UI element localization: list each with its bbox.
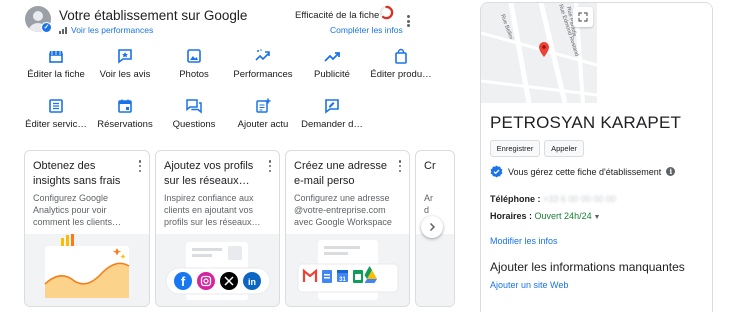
verified-row: Vous gérez cette fiche d'établissement i	[490, 165, 676, 178]
efficiency-label: Efficacité de la fiche	[295, 10, 380, 21]
verified-check-icon: ✓	[41, 22, 52, 33]
phone-value[interactable]: +33 6 00 00 00 00	[543, 194, 616, 204]
social-profiles-card[interactable]: Ajoutez vos profils sur les réseaux… Ins…	[155, 150, 280, 307]
action-label: Photos	[179, 69, 209, 80]
hours-label: Horaires :	[490, 211, 533, 221]
action-label: Voir les avis	[99, 69, 151, 80]
action-label: Éditer la fiche	[27, 69, 85, 80]
reviews-icon	[118, 49, 132, 64]
svg-text:31: 31	[339, 277, 346, 283]
see-reviews-button[interactable]: Voir les avis	[90, 48, 160, 80]
missing-info-heading: Ajouter les informations manquantes	[490, 260, 685, 274]
card-illustration	[416, 234, 454, 306]
action-label: Demander d…	[301, 119, 363, 130]
card-title: Ajoutez vos profils sur les réseaux…	[164, 160, 254, 187]
complete-info-link[interactable]: Compléter les infos	[330, 25, 403, 35]
verified-text: Vous gérez cette fiche d'établissement	[508, 166, 662, 177]
hours-value[interactable]: Ouvert 24h/24 ▼	[535, 211, 601, 221]
service-list-icon	[49, 99, 63, 113]
card-body: Configurez Google Analytics pour voir co…	[33, 193, 122, 227]
card-more-button[interactable]	[137, 160, 143, 172]
action-label: Éditer servic…	[25, 119, 87, 130]
expand-map-button[interactable]	[573, 7, 593, 27]
bar-chart-icon	[59, 26, 67, 34]
action-label: Publicité	[314, 69, 350, 80]
photos-button[interactable]: Photos	[159, 48, 229, 80]
info-icon[interactable]: i	[666, 167, 676, 176]
card-more-button[interactable]	[397, 160, 403, 172]
action-label: Réservations	[97, 119, 153, 130]
card-title: Cr	[424, 160, 436, 172]
svg-text:f: f	[181, 274, 186, 289]
call-button[interactable]: Appeler	[544, 140, 584, 157]
dropdown-arrow-icon: ▼	[591, 214, 601, 221]
analytics-card[interactable]: Obtenez des insights sans frais Configur…	[24, 150, 150, 307]
edit-info-link[interactable]: Modifier les infos	[490, 236, 558, 246]
action-label: Questions	[172, 119, 216, 130]
edit-profile-button[interactable]: Éditer la fiche	[21, 48, 91, 80]
social-illustration: f in	[156, 234, 279, 306]
questions-button[interactable]: Questions	[159, 98, 229, 130]
hours-row: Horaires : Ouvert 24h/24 ▼	[490, 211, 600, 221]
knowledge-panel: Rue Bellini Rue Edmond Rostand Rue Parad…	[480, 2, 713, 312]
questions-icon	[186, 99, 202, 114]
action-label: Éditer produ…	[370, 69, 432, 80]
advertising-button[interactable]: Publicité	[297, 48, 367, 80]
ads-trend-icon	[324, 52, 340, 62]
chevron-right-icon	[429, 222, 436, 232]
card-title: Créez une adresse e-mail perso	[294, 160, 387, 187]
action-label: Ajouter actu	[237, 119, 289, 130]
card-title: Obtenez des insights sans frais	[33, 160, 121, 187]
add-update-button[interactable]: Ajouter actu	[228, 98, 298, 130]
request-reviews-button[interactable]: Demander d…	[297, 98, 367, 130]
add-post-icon	[256, 98, 271, 113]
fullscreen-icon	[578, 12, 588, 22]
reservations-button[interactable]: Réservations	[90, 98, 160, 130]
request-review-icon	[325, 99, 339, 114]
edit-products-button[interactable]: Éditer produ…	[366, 48, 436, 80]
save-button[interactable]: Enregistrer	[490, 140, 540, 157]
shopping-bag-icon	[395, 48, 407, 64]
card-more-button[interactable]	[267, 160, 273, 172]
performances-button[interactable]: Performances	[228, 48, 298, 80]
analytics-illustration	[25, 232, 149, 306]
verified-badge-icon	[490, 165, 503, 178]
card-body: Configurez une adresse @votre-entreprise…	[294, 193, 392, 227]
workspace-email-card[interactable]: Créez une adresse e-mail perso Configure…	[285, 150, 410, 307]
trending-icon	[255, 49, 270, 61]
add-website-link[interactable]: Ajouter un site Web	[490, 280, 568, 290]
efficiency-ring-icon	[379, 5, 394, 20]
photo-icon	[187, 49, 201, 63]
workspace-illustration: 31	[286, 234, 409, 306]
location-map[interactable]: Rue Bellini Rue Edmond Rostand Rue Parad…	[481, 3, 597, 103]
carousel-next-button[interactable]	[421, 216, 443, 238]
storefront-icon	[49, 51, 63, 63]
calendar-icon	[118, 99, 132, 113]
phone-label: Téléphone :	[490, 194, 541, 204]
card-body: Inspirez confiance aux clients en ajouta…	[164, 193, 261, 227]
business-name: PETROSYAN KARAPET	[490, 113, 682, 132]
svg-text:in: in	[248, 277, 256, 287]
phone-row: Téléphone : +33 6 00 00 00 00	[490, 194, 616, 204]
edit-services-button[interactable]: Éditer servic…	[21, 98, 91, 130]
more-options-button[interactable]	[403, 14, 413, 28]
business-title: Votre établissement sur Google	[59, 8, 248, 23]
action-label: Performances	[233, 69, 293, 80]
view-performance-link[interactable]: Voir les performances	[59, 25, 153, 35]
